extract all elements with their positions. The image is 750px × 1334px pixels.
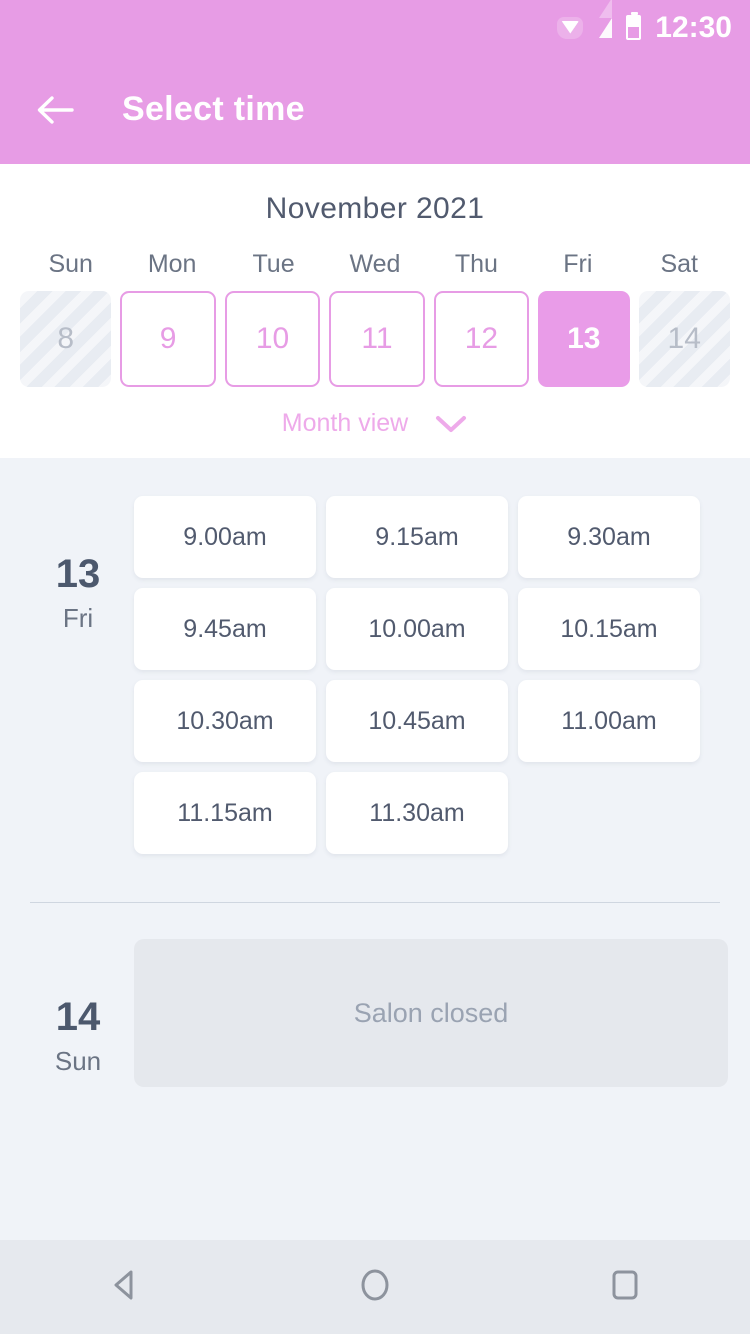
- weekday-header: Thu: [454, 250, 498, 278]
- time-slot[interactable]: 10.45am: [326, 680, 508, 762]
- calendar-day-11[interactable]: 11: [329, 291, 425, 387]
- time-slot[interactable]: 9.00am: [134, 496, 316, 578]
- time-slot[interactable]: 10.15am: [518, 588, 700, 670]
- chevron-down-icon: [434, 413, 468, 435]
- recents-square-icon: [604, 1264, 646, 1311]
- day-number: 14: [55, 995, 101, 1039]
- battery-icon: [626, 12, 642, 40]
- nav-back-button[interactable]: [65, 1240, 185, 1334]
- nav-home-button[interactable]: [315, 1240, 435, 1334]
- back-arrow-icon[interactable]: [32, 87, 78, 133]
- weekday-header: Tue: [252, 250, 295, 278]
- time-slot[interactable]: 10.30am: [134, 680, 316, 762]
- status-bar: 12:30: [0, 0, 750, 55]
- time-slot[interactable]: 9.15am: [326, 496, 508, 578]
- app-bar: Select time: [0, 55, 750, 164]
- salon-closed-panel: Salon closed: [134, 939, 728, 1087]
- wifi-icon: [555, 13, 585, 43]
- back-triangle-icon: [104, 1264, 146, 1311]
- month-view-toggle[interactable]: Month view: [0, 387, 750, 446]
- schedule-day-14: 14 Sun Salon closed: [0, 903, 750, 1087]
- calendar-card: November 2021 Sun Mon Tue Wed Thu Fri Sa…: [0, 164, 750, 458]
- calendar-week-row: 8 9 10 11 12 13 14: [0, 279, 750, 387]
- day-label-group: 14 Sun: [22, 939, 134, 1087]
- weekday-header: Mon: [147, 250, 197, 278]
- calendar-day-12[interactable]: 12: [433, 291, 530, 387]
- month-view-label: Month view: [281, 409, 409, 437]
- calendar-day-13[interactable]: 13: [538, 291, 630, 387]
- time-slot[interactable]: 9.45am: [134, 588, 316, 670]
- phone-screen: 12:30 Select time November 2021 Sun Mon …: [0, 0, 750, 1334]
- calendar-day-14: 14: [638, 291, 730, 387]
- weekday-header: Sun: [48, 250, 93, 278]
- time-slot[interactable]: 9.30am: [518, 496, 700, 578]
- android-nav-bar: [0, 1240, 750, 1334]
- time-slot[interactable]: 11.15am: [134, 772, 316, 854]
- day-number: 13: [55, 552, 101, 596]
- schedule-area: 13 Fri 9.00am 9.15am 9.30am 9.45am 10.00…: [0, 458, 750, 1240]
- day-weekday: Fri: [62, 603, 94, 633]
- home-circle-icon: [354, 1264, 396, 1311]
- time-slot[interactable]: 11.30am: [326, 772, 508, 854]
- cellular-signal-icon: [599, 0, 613, 38]
- time-slot-grid: 9.00am 9.15am 9.30am 9.45am 10.00am 10.1…: [134, 496, 728, 854]
- weekday-header: Sat: [660, 250, 698, 278]
- page-title: Select time: [122, 90, 305, 128]
- weekday-header-row: Sun Mon Tue Wed Thu Fri Sat: [0, 250, 750, 279]
- calendar-day-9[interactable]: 9: [120, 291, 216, 387]
- day-label-group: 13 Fri: [22, 496, 134, 854]
- weekday-header: Wed: [349, 250, 401, 278]
- calendar-day-10[interactable]: 10: [224, 291, 321, 387]
- day-weekday: Sun: [54, 1046, 102, 1076]
- calendar-day-8: 8: [20, 291, 112, 387]
- status-bar-clock: 12:30: [655, 10, 732, 44]
- weekday-header: Fri: [563, 250, 593, 278]
- time-slot[interactable]: 10.00am: [326, 588, 508, 670]
- nav-recents-button[interactable]: [565, 1240, 685, 1334]
- schedule-day-13: 13 Fri 9.00am 9.15am 9.30am 9.45am 10.00…: [0, 458, 750, 854]
- calendar-month-label: November 2021: [265, 192, 485, 225]
- time-slot[interactable]: 11.00am: [518, 680, 700, 762]
